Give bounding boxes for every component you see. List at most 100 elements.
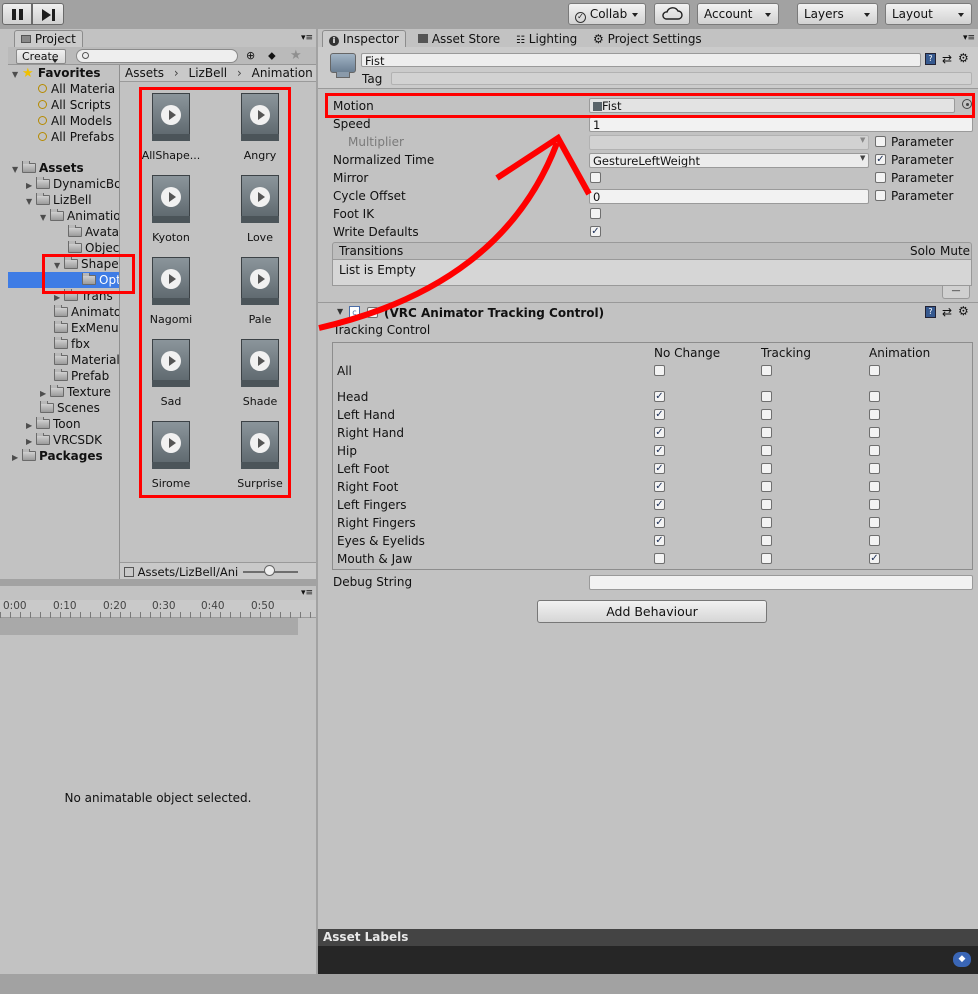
tracking-tracking-checkbox[interactable] [761, 409, 772, 420]
cloud-button[interactable] [654, 3, 690, 25]
tracking-animation-checkbox[interactable] [869, 481, 880, 492]
tree-item-fbx[interactable]: fbx [54, 337, 90, 353]
tag-field[interactable] [391, 72, 972, 85]
tree-item-lizbell[interactable]: ▼ LizBell [26, 193, 92, 209]
tree-item-packages[interactable]: ▶ Packages [12, 449, 103, 465]
tracking-tracking-checkbox[interactable] [761, 517, 772, 528]
tracking-animation-checkbox[interactable] [869, 391, 880, 402]
mirror-parameter-checkbox[interactable] [875, 172, 886, 183]
speed-field[interactable]: 1 [589, 117, 973, 132]
tracking-tracking-checkbox[interactable] [761, 365, 772, 376]
tracking-tracking-checkbox[interactable] [761, 463, 772, 474]
tracking-no-change-checkbox[interactable]: ✓ [654, 535, 665, 546]
collab-button[interactable]: ✓ Collab [568, 3, 646, 25]
breadcrumb-item[interactable]: LizBell [189, 66, 228, 80]
tree-item-texture[interactable]: ▶ Texture [40, 385, 111, 401]
help-icon[interactable]: ? [925, 306, 936, 318]
panel-menu-icon[interactable]: ▾≡ [301, 33, 313, 43]
preset-icon[interactable]: ⇄ [942, 305, 952, 319]
tracking-animation-checkbox[interactable] [869, 365, 880, 376]
settings-gear-icon[interactable]: ⚙ [958, 304, 969, 318]
favorites-header[interactable]: ▼ ★ Favorites [12, 66, 101, 82]
tag-icon[interactable]: ◆ [953, 952, 971, 967]
normalized-time-dropdown[interactable]: GestureLeftWeight [589, 153, 869, 168]
tree-item-toon[interactable]: ▶ Toon [26, 417, 81, 433]
normalized-time-parameter-checkbox[interactable]: ✓ [875, 154, 886, 165]
multiplier-parameter-checkbox[interactable] [875, 136, 886, 147]
create-dropdown[interactable]: Create [16, 49, 66, 64]
tree-item-material[interactable]: Material [54, 353, 119, 369]
breadcrumb-item[interactable]: Assets [125, 66, 164, 80]
tree-item-assets[interactable]: ▼ Assets [12, 161, 84, 177]
tracking-animation-checkbox[interactable]: ✓ [869, 553, 880, 564]
debug-string-field[interactable] [589, 575, 973, 590]
tracking-tracking-checkbox[interactable] [761, 445, 772, 456]
tracking-no-change-checkbox[interactable] [654, 365, 665, 376]
tree-item-prefab[interactable]: Prefab [54, 369, 109, 385]
tracking-no-change-checkbox[interactable]: ✓ [654, 445, 665, 456]
layers-dropdown[interactable]: Layers [797, 3, 878, 25]
settings-gear-icon[interactable]: ⚙ [958, 51, 969, 65]
tree-item-exmenu[interactable]: ExMenu [54, 321, 119, 337]
tracking-no-change-checkbox[interactable]: ✓ [654, 427, 665, 438]
tab-lighting[interactable]: ☷ Lighting [509, 30, 584, 47]
tracking-no-change-checkbox[interactable]: ✓ [654, 391, 665, 402]
tab-asset-store[interactable]: Asset Store [411, 30, 507, 47]
write-defaults-checkbox[interactable]: ✓ [590, 226, 601, 237]
cycle-offset-field[interactable]: 0 [589, 189, 869, 204]
preset-icon[interactable]: ⇄ [942, 52, 952, 66]
tracking-tracking-checkbox[interactable] [761, 553, 772, 564]
tracking-animation-checkbox[interactable] [869, 499, 880, 510]
name-field[interactable]: Fist [361, 53, 921, 67]
layout-dropdown[interactable]: Layout [885, 3, 972, 25]
tracking-no-change-checkbox[interactable]: ✓ [654, 481, 665, 492]
tracking-no-change-checkbox[interactable]: ✓ [654, 499, 665, 510]
tracking-tracking-checkbox[interactable] [761, 535, 772, 546]
tracking-tracking-checkbox[interactable] [761, 391, 772, 402]
tracking-tracking-checkbox[interactable] [761, 499, 772, 510]
favorite-star-icon[interactable]: ★ [290, 48, 304, 63]
step-button[interactable] [32, 3, 64, 25]
tab-project-settings[interactable]: ⚙ Project Settings [586, 30, 709, 47]
tree-item-scenes[interactable]: Scenes [40, 401, 100, 417]
tab-inspector[interactable]: i Inspector [322, 30, 406, 47]
tracking-tracking-checkbox[interactable] [761, 427, 772, 438]
tree-item-animation[interactable]: ▼ Animatio [40, 209, 119, 225]
favorite-item[interactable]: All Materia [38, 82, 115, 98]
tracking-animation-checkbox[interactable] [869, 445, 880, 456]
tracking-no-change-checkbox[interactable]: ✓ [654, 409, 665, 420]
account-dropdown[interactable]: Account [697, 3, 779, 25]
filter-type-icon[interactable]: ⊕ [246, 49, 260, 63]
favorite-item[interactable]: All Models [38, 114, 112, 130]
tab-project[interactable]: Project [14, 30, 83, 47]
breadcrumb-item[interactable]: Animation [252, 66, 313, 80]
component-enabled-checkbox[interactable]: ✓ [367, 307, 378, 318]
tree-item-animator[interactable]: Animato [54, 305, 119, 321]
tracking-animation-checkbox[interactable] [869, 463, 880, 474]
cycle-offset-parameter-checkbox[interactable] [875, 190, 886, 201]
tracking-animation-checkbox[interactable] [869, 517, 880, 528]
pause-button[interactable] [2, 3, 32, 25]
tracking-animation-checkbox[interactable] [869, 535, 880, 546]
tree-item-avatar[interactable]: Avata [68, 225, 119, 241]
remove-transition-button[interactable]: — [942, 286, 970, 299]
tracking-tracking-checkbox[interactable] [761, 481, 772, 492]
search-input[interactable] [76, 49, 238, 63]
timeline-ruler[interactable]: 0:00 0:10 0:20 0:30 0:40 0:50 [0, 600, 316, 618]
tracking-no-change-checkbox[interactable] [654, 553, 665, 564]
panel-menu-icon[interactable]: ▾≡ [963, 33, 975, 43]
component-fold-icon[interactable]: ▼ [337, 307, 343, 316]
foot-ik-checkbox[interactable] [590, 208, 601, 219]
favorite-item[interactable]: All Prefabs [38, 130, 114, 146]
zoom-slider-thumb[interactable] [264, 565, 275, 576]
tracking-animation-checkbox[interactable] [869, 409, 880, 420]
favorite-item[interactable]: All Scripts [38, 98, 111, 114]
tracking-animation-checkbox[interactable] [869, 427, 880, 438]
tracking-no-change-checkbox[interactable]: ✓ [654, 517, 665, 528]
mirror-checkbox[interactable] [590, 172, 601, 183]
tree-item-vrcsdk[interactable]: ▶ VRCSDK [26, 433, 102, 449]
add-behaviour-button[interactable]: Add Behaviour [537, 600, 767, 623]
panel-menu-icon[interactable]: ▾≡ [301, 588, 313, 598]
tree-item-dynamicbone[interactable]: ▶ DynamicBo [26, 177, 119, 193]
filter-label-icon[interactable]: ⬥ [268, 49, 282, 63]
